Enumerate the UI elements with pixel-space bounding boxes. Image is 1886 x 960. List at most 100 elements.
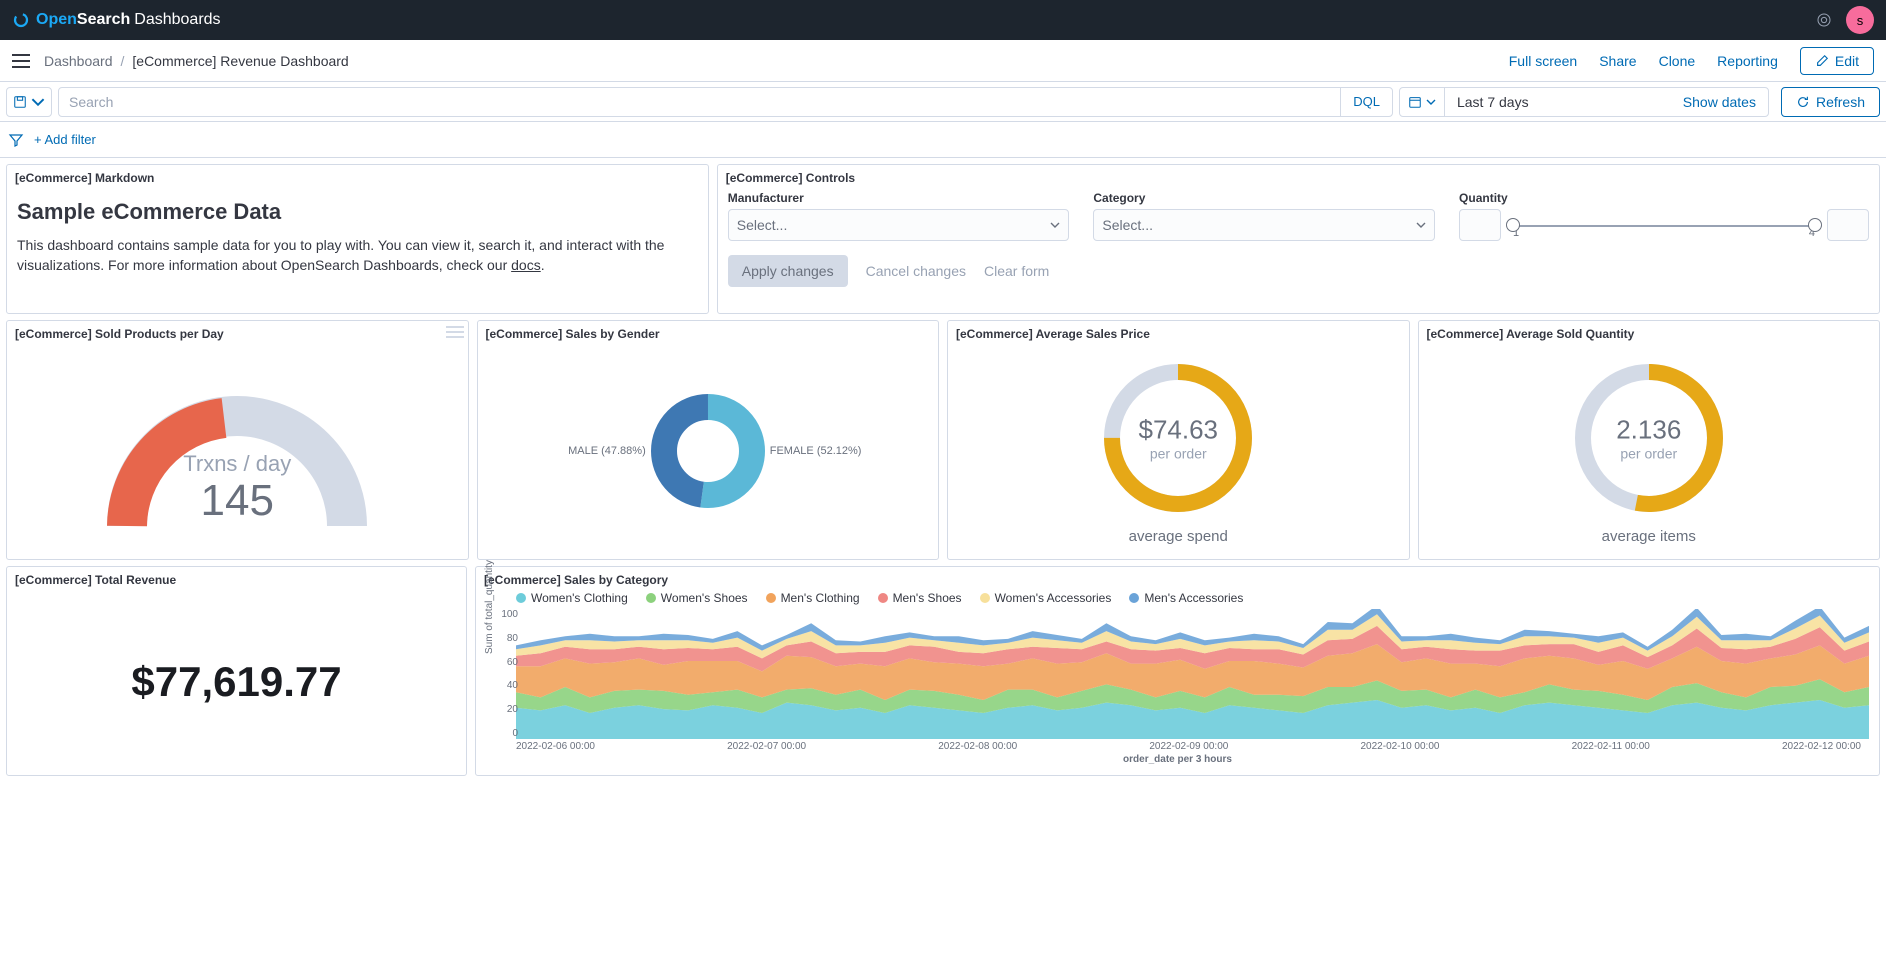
goal-sub: per order [1138, 445, 1218, 461]
help-icon[interactable] [1816, 12, 1832, 28]
chevron-down-icon [31, 95, 45, 109]
show-dates-button[interactable]: Show dates [1671, 88, 1768, 116]
disk-icon [13, 95, 27, 109]
goal-value: $74.63 [1138, 414, 1218, 445]
refresh-icon [1796, 95, 1810, 109]
quick-date-button[interactable] [1400, 88, 1445, 116]
y-ticks: 020406080100 [500, 609, 518, 739]
legend-item[interactable]: Men's Accessories [1129, 591, 1243, 605]
docs-link[interactable]: docs [511, 257, 541, 273]
panel-title: [eCommerce] Markdown [7, 165, 708, 187]
panel-title: [eCommerce] Controls [718, 165, 1879, 187]
legend-item[interactable]: Women's Shoes [646, 591, 748, 605]
panel-sold-per-day: [eCommerce] Sold Products per Day Trxns … [6, 320, 469, 560]
cancel-changes-button[interactable]: Cancel changes [866, 263, 966, 279]
nav-toggle-icon[interactable] [12, 54, 30, 68]
category-select[interactable]: Select... [1093, 209, 1435, 241]
panel-title: [eCommerce] Average Sales Price [948, 321, 1409, 343]
slider-handle-max[interactable] [1808, 218, 1822, 232]
brand-search: Search [77, 11, 130, 28]
panel-title: [eCommerce] Sales by Gender [478, 321, 939, 343]
edit-button[interactable]: Edit [1800, 47, 1874, 75]
clear-form-button[interactable]: Clear form [984, 263, 1049, 279]
breadcrumb-current: [eCommerce] Revenue Dashboard [132, 53, 348, 69]
manufacturer-select[interactable]: Select... [728, 209, 1070, 241]
calendar-icon [1408, 95, 1422, 109]
clone-button[interactable]: Clone [1659, 53, 1696, 69]
x-ticks: 2022-02-06 00:002022-02-07 00:002022-02-… [486, 739, 1869, 752]
total-revenue-value: $77,619.77 [7, 589, 466, 775]
goal-caption: average spend [1129, 528, 1228, 545]
add-filter-button[interactable]: + Add filter [34, 132, 96, 147]
panel-total-revenue: [eCommerce] Total Revenue $77,619.77 [6, 566, 467, 776]
avatar-initial: s [1857, 13, 1864, 28]
share-button[interactable]: Share [1599, 53, 1636, 69]
legend-item[interactable]: Women's Accessories [980, 591, 1112, 605]
slider-handle-min[interactable] [1506, 218, 1520, 232]
breadcrumb: Dashboard / [eCommerce] Revenue Dashboar… [44, 53, 349, 69]
manufacturer-label: Manufacturer [728, 191, 1070, 205]
select-placeholder: Select... [737, 217, 788, 233]
panel-title: [eCommerce] Sold Products per Day [7, 321, 468, 343]
saved-query-button[interactable] [6, 87, 52, 117]
x-axis-label: order_date per 3 hours [486, 754, 1869, 765]
search-input[interactable] [59, 94, 1340, 110]
date-range-text[interactable]: Last 7 days [1445, 88, 1671, 116]
breadcrumb-separator: / [121, 53, 125, 69]
panel-options-icon[interactable] [446, 325, 464, 339]
legend-item[interactable]: Men's Clothing [766, 591, 860, 605]
markdown-heading: Sample eCommerce Data [17, 199, 698, 225]
chart-legend: Women's Clothing Women's Shoes Men's Clo… [486, 589, 1869, 609]
apply-changes-button[interactable]: Apply changes [728, 255, 848, 287]
category-label: Category [1093, 191, 1435, 205]
date-picker: Last 7 days Show dates [1399, 87, 1769, 117]
pencil-icon [1815, 54, 1829, 68]
slider-min-input[interactable] [1459, 209, 1501, 241]
panel-title: [eCommerce] Total Revenue [7, 567, 466, 589]
gauge-value: 145 [183, 479, 291, 523]
refresh-label: Refresh [1816, 94, 1865, 110]
quantity-slider[interactable]: 1 4 [1459, 209, 1869, 241]
goal-caption: average items [1602, 528, 1696, 545]
y-axis-label: Sum of total_quantity [484, 560, 495, 654]
fullscreen-button[interactable]: Full screen [1509, 53, 1577, 69]
search-box: DQL [58, 87, 1393, 117]
brand-open: Open [36, 11, 77, 28]
markdown-paragraph: This dashboard contains sample data for … [17, 235, 698, 276]
donut-female-label: FEMALE (52.12%) [770, 445, 862, 457]
goal-sub: per order [1616, 445, 1681, 461]
panel-avg-price: [eCommerce] Average Sales Price $74.63 p… [947, 320, 1410, 560]
edit-label: Edit [1835, 53, 1859, 69]
reporting-button[interactable]: Reporting [1717, 53, 1778, 69]
select-placeholder: Select... [1102, 217, 1153, 233]
panel-sales-by-category: [eCommerce] Sales by Category Women's Cl… [475, 566, 1880, 776]
user-avatar[interactable]: s [1846, 6, 1874, 34]
opensearch-logo-icon [12, 11, 30, 29]
filter-bar: + Add filter [0, 122, 1886, 158]
donut-chart [648, 391, 768, 511]
brand-dash: Dashboards [134, 11, 220, 28]
brand-logo[interactable]: OpenSearchDashboards [12, 11, 221, 29]
app-bar: Dashboard / [eCommerce] Revenue Dashboar… [0, 40, 1886, 82]
chevron-down-icon [1416, 220, 1426, 230]
markdown-period: . [541, 257, 545, 273]
chevron-down-icon [1426, 97, 1436, 107]
refresh-button[interactable]: Refresh [1781, 87, 1880, 117]
query-bar: DQL Last 7 days Show dates Refresh [0, 82, 1886, 122]
legend-item[interactable]: Men's Shoes [878, 591, 962, 605]
breadcrumb-parent[interactable]: Dashboard [44, 53, 113, 69]
markdown-text: This dashboard contains sample data for … [17, 237, 664, 273]
donut-male-label: MALE (47.88%) [568, 445, 646, 457]
panel-title: [eCommerce] Average Sold Quantity [1419, 321, 1880, 343]
quantity-label: Quantity [1459, 191, 1869, 205]
gauge-label: Trxns / day [183, 451, 291, 477]
panel-sales-by-gender: [eCommerce] Sales by Gender MALE (47.88%… [477, 320, 940, 560]
panel-markdown: [eCommerce] Markdown Sample eCommerce Da… [6, 164, 709, 314]
legend-item[interactable]: Women's Clothing [516, 591, 628, 605]
dql-toggle[interactable]: DQL [1340, 88, 1392, 116]
filter-icon[interactable] [8, 132, 24, 148]
slider-max-input[interactable] [1827, 209, 1869, 241]
panel-avg-qty: [eCommerce] Average Sold Quantity 2.136 … [1418, 320, 1881, 560]
goal-value: 2.136 [1616, 414, 1681, 445]
panel-title: [eCommerce] Sales by Category [476, 567, 1879, 589]
